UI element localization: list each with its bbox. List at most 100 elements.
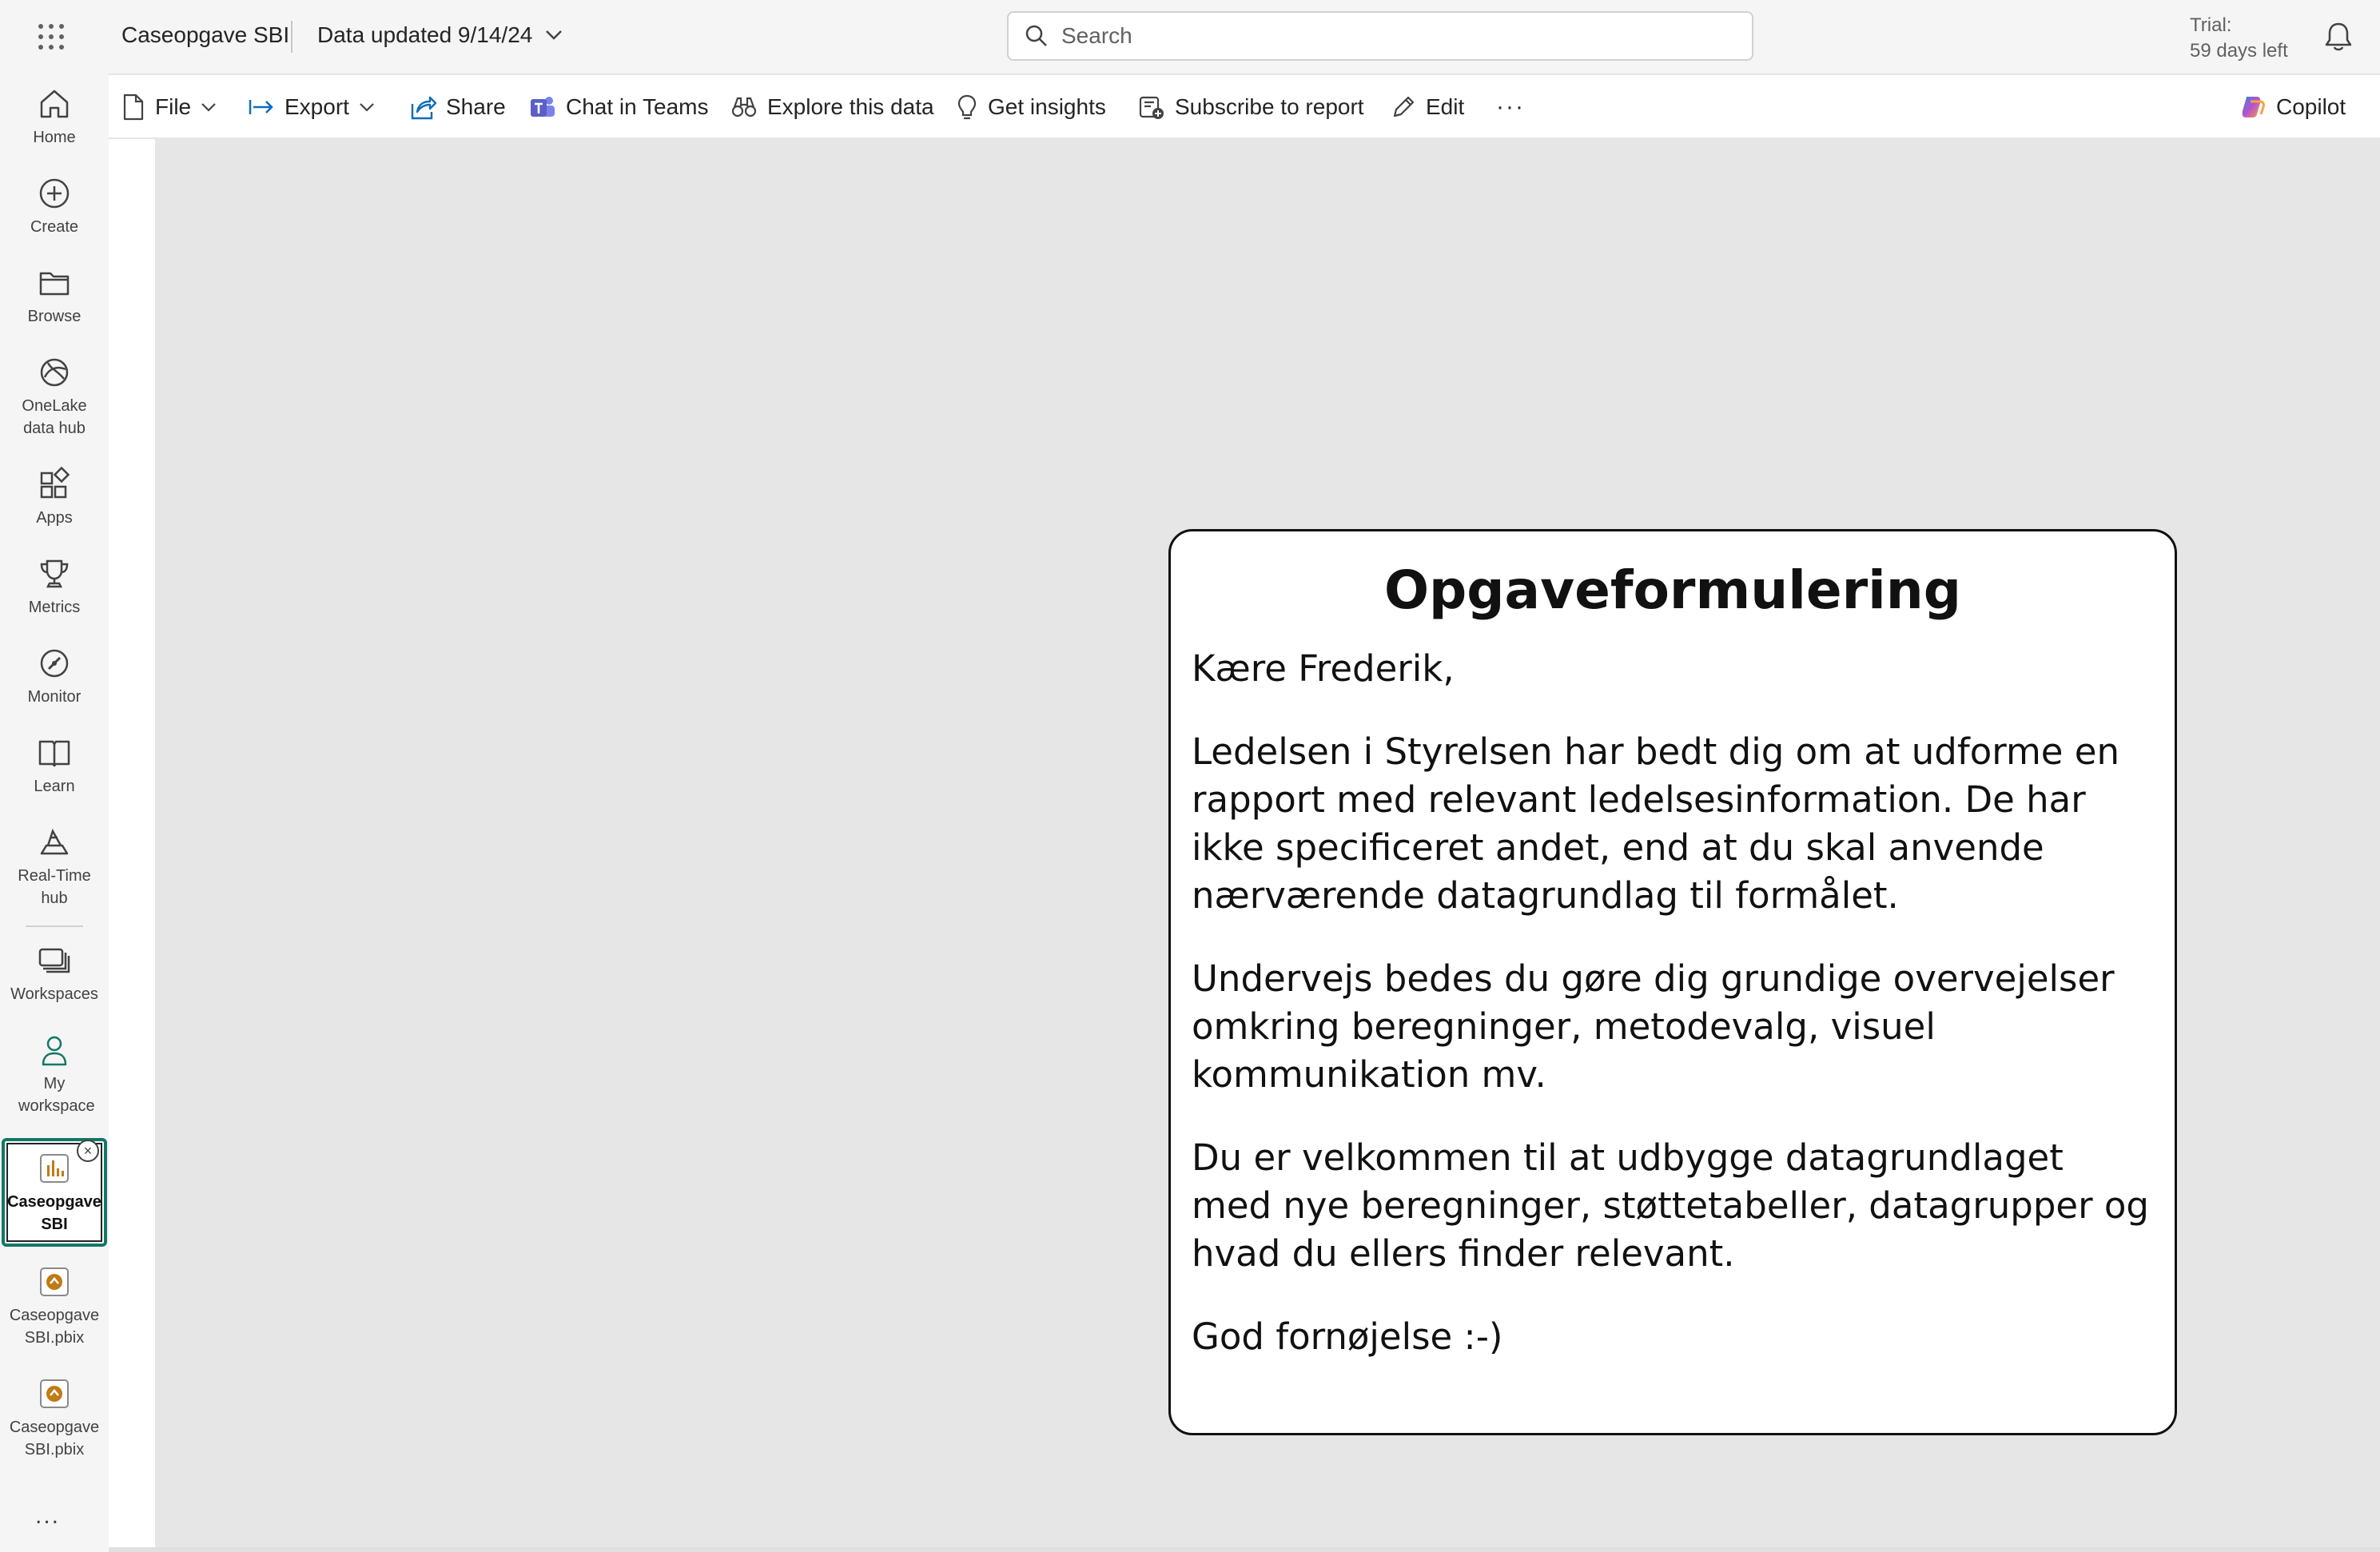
explore-label: Explore this data	[767, 94, 934, 119]
share-icon	[411, 96, 436, 120]
report-icon	[40, 1154, 69, 1183]
sidebar-item-create[interactable]: Create	[0, 176, 109, 238]
copilot-label: Copilot	[2276, 94, 2346, 119]
copilot-button[interactable]: Copilot	[2239, 91, 2346, 123]
copilot-icon	[2242, 97, 2265, 117]
explore-data-button[interactable]: Explore this data	[730, 91, 934, 123]
sidebar-item-workspaces[interactable]: Workspaces	[0, 943, 109, 1005]
sidebar-item-label: Real-Time hub	[18, 867, 91, 907]
edit-label: Edit	[1426, 94, 1465, 119]
sidebar-item-my-workspace[interactable]: My workspace	[0, 1033, 109, 1117]
sidebar-item-label: Caseopgave SBI.pbix	[9, 1419, 100, 1458]
data-updated-dropdown[interactable]: Data updated 9/14/24	[317, 22, 563, 48]
card-greeting: Kære Frederik,	[1192, 647, 1455, 690]
close-icon[interactable]: ×	[77, 1140, 99, 1162]
share-button[interactable]: Share	[409, 91, 506, 123]
data-updated-label: Data updated 9/14/24	[317, 22, 533, 47]
report-page: Opgaveformulering Kære Frederik, Ledelse…	[155, 139, 2380, 1547]
sidebar-item-metrics[interactable]: Metrics	[0, 556, 109, 619]
document-icon	[123, 94, 144, 121]
subscribe-label: Subscribe to report	[1175, 94, 1364, 119]
sidebar-item-home[interactable]: Home	[0, 86, 109, 149]
card-closing: God fornøjelse :-)	[1192, 1315, 1503, 1358]
pbix-icon	[40, 1267, 69, 1296]
sidebar-item-label: Workspaces	[10, 985, 98, 1003]
subscribe-icon	[1139, 96, 1164, 119]
chat-in-teams-label: Chat in Teams	[566, 94, 709, 119]
title-divider	[291, 21, 293, 53]
pencil-icon	[1393, 96, 1415, 117]
search-input[interactable]	[1060, 22, 1718, 50]
search-icon	[1025, 25, 1047, 46]
more-icon[interactable]: ...	[35, 1502, 60, 1530]
top-bar: Caseopgave SBI Data updated 9/14/24 Tria…	[0, 0, 2380, 74]
home-icon	[40, 90, 69, 118]
app-title[interactable]: Caseopgave SBI	[121, 22, 289, 48]
report-canvas: Opgaveformulering Kære Frederik, Ledelse…	[109, 139, 2380, 1552]
sidebar-item-learn[interactable]: Learn	[0, 735, 109, 798]
card-title: Opgaveformulering	[1383, 559, 1962, 621]
trial-days-left: 59 days left	[2190, 40, 2288, 62]
binoculars-icon	[731, 97, 757, 117]
sidebar-item-apps[interactable]: Apps	[0, 467, 109, 529]
file-label: File	[155, 94, 192, 119]
sidebar-item-caseopgave-report[interactable]: Caseopgave SBI	[0, 1151, 109, 1236]
sidebar-item-browse[interactable]: Browse	[0, 265, 109, 328]
sidebar-item-label: Apps	[36, 509, 73, 527]
report-toolbar: File Export Share Chat in Teams Explore …	[109, 74, 2380, 139]
chevron-down-icon	[546, 30, 563, 40]
card-paragraph: Ledelsen i Styrelsen har bedt dig om at …	[1192, 730, 2119, 917]
apps-icon	[40, 467, 70, 499]
sidebar-item-label: Monitor	[27, 688, 82, 706]
search-box[interactable]	[1007, 11, 1753, 61]
card-paragraph: Undervejs bedes du gøre dig grundige ove…	[1192, 957, 2115, 1096]
app-launcher-icon[interactable]	[37, 22, 66, 51]
get-insights-label: Get insights	[988, 94, 1106, 119]
sidebar-item-monitor[interactable]: Monitor	[0, 646, 109, 708]
plus-circle-icon	[39, 178, 70, 209]
subscribe-button[interactable]: Subscribe to report	[1138, 91, 1364, 123]
file-menu-button[interactable]: File	[121, 91, 217, 123]
sidebar-divider	[26, 925, 83, 927]
teams-icon	[531, 97, 555, 117]
trial-status[interactable]: Trial: 59 days left	[2190, 13, 2288, 64]
get-insights-button[interactable]: Get insights	[956, 91, 1106, 123]
sidebar-item-label: Learn	[34, 778, 75, 795]
sidebar-item-realtime-hub[interactable]: Real-Time hub	[0, 825, 109, 909]
workspaces-icon	[38, 948, 70, 973]
export-label: Export	[285, 94, 349, 119]
task-description-card: Opgaveformulering Kære Frederik, Ledelse…	[1168, 529, 2177, 1435]
lightbulb-icon	[957, 94, 977, 120]
sidebar-item-label: OneLake data hub	[22, 397, 87, 437]
pbix-icon	[40, 1379, 69, 1408]
book-icon	[38, 740, 70, 767]
left-navigation: Home Create Browse OneLake data hub Apps…	[0, 74, 109, 1552]
person-icon	[42, 1036, 67, 1066]
folder-icon	[39, 272, 70, 296]
sidebar-item-label: Caseopgave SBI	[7, 1193, 101, 1233]
more-options-label: ···	[1496, 94, 1525, 120]
chat-in-teams-button[interactable]: Chat in Teams	[529, 91, 708, 123]
trophy-icon	[40, 559, 69, 588]
sidebar-item-label: My workspace	[18, 1075, 95, 1115]
sidebar-item-label: Home	[33, 129, 76, 146]
page-bottom-border	[109, 1547, 2380, 1552]
sidebar-item-label: Browse	[27, 308, 82, 325]
sidebar-item-label: Create	[30, 218, 79, 236]
bell-icon[interactable]	[2324, 21, 2353, 53]
monitor-icon	[40, 649, 69, 678]
sidebar-item-pbix-1[interactable]: Caseopgave SBI.pbix	[0, 1264, 109, 1349]
card-paragraph: Du er velkommen til at udbygge datagrund…	[1192, 1136, 2149, 1275]
trial-label: Trial:	[2190, 14, 2232, 36]
sidebar-item-label: Caseopgave SBI.pbix	[9, 1307, 100, 1347]
sidebar-item-pbix-2[interactable]: Caseopgave SBI.pbix	[0, 1376, 109, 1461]
export-menu-button[interactable]: Export	[248, 91, 375, 123]
sidebar-item-onelake[interactable]: OneLake data hub	[0, 355, 109, 440]
more-options-button[interactable]: ···	[1496, 91, 1525, 123]
edit-button[interactable]: Edit	[1391, 91, 1464, 123]
chevron-down-icon	[360, 103, 374, 112]
realtime-icon	[40, 828, 69, 855]
export-arrow-icon	[249, 100, 273, 114]
chevron-down-icon	[201, 103, 216, 112]
onelake-icon	[40, 358, 69, 387]
